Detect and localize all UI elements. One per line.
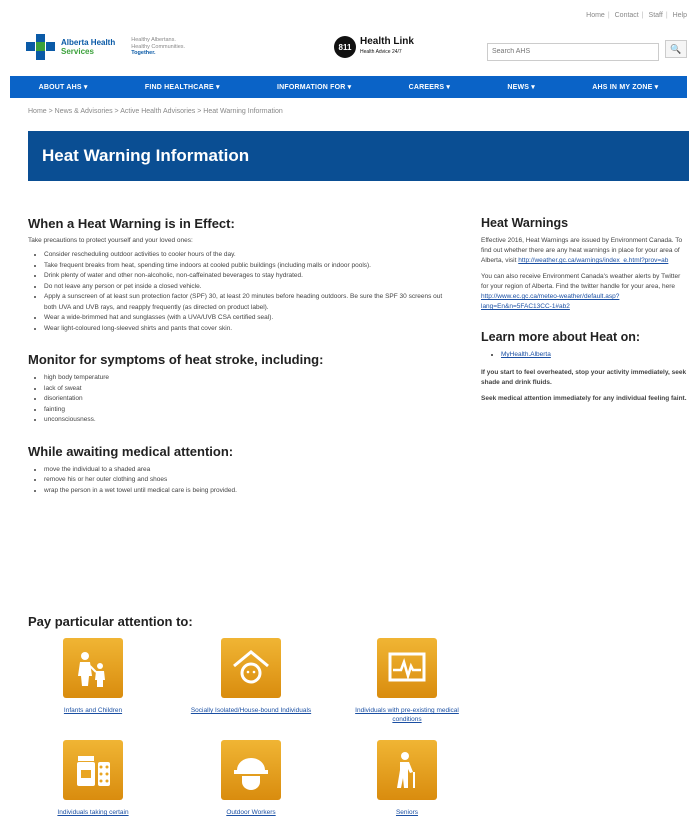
search-box: 🔍 — [487, 40, 687, 61]
medication-icon — [63, 740, 123, 800]
list-item: MyHealth.Alberta — [501, 350, 689, 360]
advice-overheated: If you start to feel overheated, stop yo… — [481, 369, 687, 386]
tile-label[interactable]: Individuals taking certain — [57, 809, 128, 816]
list-item: Take frequent breaks from heat, spending… — [44, 261, 448, 272]
tile-label[interactable]: Infants and Children — [64, 707, 122, 714]
warnings-paragraph-2: You can also receive Environment Canada'… — [481, 273, 681, 310]
list-item: unconsciousness. — [44, 415, 448, 426]
awaiting-list: move the individual to a shaded area rem… — [28, 465, 448, 497]
learn-more-list: MyHealth.Alberta — [481, 350, 689, 360]
effect-intro: Take precautions to protect yourself and… — [28, 237, 193, 244]
list-item: Wear a wide-brimmed hat and sunglasses (… — [44, 313, 448, 324]
learn-more-heading: Learn more about Heat on: — [481, 330, 641, 344]
main-nav: ABOUT AHS ▾ FIND HEALTHCARE ▾ INFORMATIO… — [10, 76, 687, 98]
effect-heading: When a Heat Warning is in Effect: — [28, 216, 235, 231]
list-item: Wear light-coloured long-sleeved shirts … — [44, 324, 448, 335]
utility-links: Home | Contact | Staff | Help — [586, 12, 687, 19]
monitor-section: Monitor for symptoms of heat stroke, inc… — [28, 352, 448, 426]
nav-news[interactable]: NEWS ▾ — [507, 83, 535, 91]
nav-find-healthcare[interactable]: FIND HEALTHCARE ▾ — [145, 83, 220, 91]
heart-monitor-icon — [377, 638, 437, 698]
monitor-heading: Monitor for symptoms of heat stroke, inc… — [28, 352, 324, 367]
list-item: high body temperature — [44, 373, 448, 384]
list-item: remove his or her outer clothing and sho… — [44, 475, 448, 486]
list-item: disorientation — [44, 394, 448, 405]
page-title: Heat Warning Information — [42, 146, 250, 165]
list-item: wrap the person in a wet towel until med… — [44, 486, 448, 497]
list-item: Apply a sunscreen of at least sun protec… — [44, 292, 448, 313]
list-item: move the individual to a shaded area — [44, 465, 448, 476]
list-item: Drink plenty of water and other non-alco… — [44, 271, 448, 282]
tile-infants-children[interactable]: Infants and Children — [28, 638, 158, 715]
tile-outdoor-workers[interactable]: Outdoor Workers — [186, 740, 316, 817]
list-item: lack of sweat — [44, 384, 448, 395]
logo-tagline: Healthy Albertans. Healthy Communities. … — [131, 37, 186, 57]
nav-about-ahs[interactable]: ABOUT AHS ▾ — [39, 83, 88, 91]
twitter-handles-link[interactable]: http://www.ec.gc.ca/meteo-weather/defaul… — [481, 293, 619, 310]
family-icon — [63, 638, 123, 698]
senior-cane-icon — [377, 740, 437, 800]
breadcrumb[interactable]: Home > News & Advisories > Active Health… — [28, 108, 283, 115]
ahs-logo[interactable]: Alberta Health Services Healthy Albertan… — [26, 34, 185, 60]
search-icon: 🔍 — [670, 43, 682, 54]
nav-ahs-in-my-zone[interactable]: AHS IN MY ZONE ▾ — [592, 83, 658, 91]
attention-heading: Pay particular attention to: — [28, 614, 193, 629]
search-button[interactable]: 🔍 — [665, 40, 687, 58]
tile-label[interactable]: Outdoor Workers — [226, 809, 275, 816]
utility-help-link[interactable]: Help — [673, 12, 687, 19]
awaiting-section: While awaiting medical attention: move t… — [28, 444, 448, 497]
list-item: Do not leave any person or pet inside a … — [44, 282, 448, 293]
tile-label[interactable]: Individuals with pre-existing medical co… — [355, 707, 459, 723]
tile-label[interactable]: Socially Isolated/House-bound Individual… — [191, 707, 311, 714]
house-person-icon — [221, 638, 281, 698]
utility-staff-link[interactable]: Staff — [649, 12, 663, 19]
utility-home-link[interactable]: Home — [586, 12, 605, 19]
page-banner: Heat Warning Information — [28, 131, 689, 181]
ahs-logo-icon — [26, 34, 56, 60]
tile-seniors[interactable]: Seniors — [342, 740, 472, 817]
hard-hat-icon — [221, 740, 281, 800]
warnings-paragraph-1: Effective 2016, Heat Warnings are issued… — [481, 237, 683, 264]
tile-socially-isolated[interactable]: Socially Isolated/House-bound Individual… — [186, 638, 316, 715]
advice-seek-medical: Seek medical attention immediately for a… — [481, 395, 687, 402]
health-link-sub: Health Advice 24/7 — [360, 49, 402, 55]
list-item: Consider rescheduling outdoor activities… — [44, 250, 448, 261]
heat-warning-section: When a Heat Warning is in Effect: Take p… — [28, 216, 448, 334]
badge-811: 811 — [334, 36, 356, 58]
weather-warnings-link[interactable]: http://weather.gc.ca/warnings/index_e.ht… — [518, 257, 668, 264]
health-link-name: Health Link — [360, 36, 414, 47]
list-item: fainting — [44, 405, 448, 416]
main-content: When a Heat Warning is in Effect: Take p… — [28, 216, 448, 514]
sidebar: Heat Warnings Effective 2016, Heat Warni… — [481, 216, 689, 410]
health-link-logo[interactable]: 811 Health Link Health Advice 24/7 — [334, 36, 414, 58]
site-header: Alberta Health Services Healthy Albertan… — [0, 30, 695, 72]
heat-warnings-heading: Heat Warnings — [481, 216, 569, 230]
awaiting-heading: While awaiting medical attention: — [28, 443, 234, 459]
monitor-list: high body temperature lack of sweat diso… — [28, 373, 448, 426]
search-input[interactable] — [487, 42, 659, 61]
nav-careers[interactable]: CAREERS ▾ — [409, 83, 451, 91]
tile-pre-existing-conditions[interactable]: Individuals with pre-existing medical co… — [342, 638, 472, 724]
effect-list: Consider rescheduling outdoor activities… — [28, 250, 448, 334]
utility-contact-link[interactable]: Contact — [615, 12, 639, 19]
tile-taking-medication[interactable]: Individuals taking certain — [28, 740, 158, 817]
nav-information-for[interactable]: INFORMATION FOR ▾ — [277, 83, 351, 91]
logo-wordmark: Alberta Health Services — [61, 38, 116, 56]
myhealth-alberta-link[interactable]: MyHealth.Alberta — [501, 351, 551, 358]
tile-label[interactable]: Seniors — [396, 809, 418, 816]
